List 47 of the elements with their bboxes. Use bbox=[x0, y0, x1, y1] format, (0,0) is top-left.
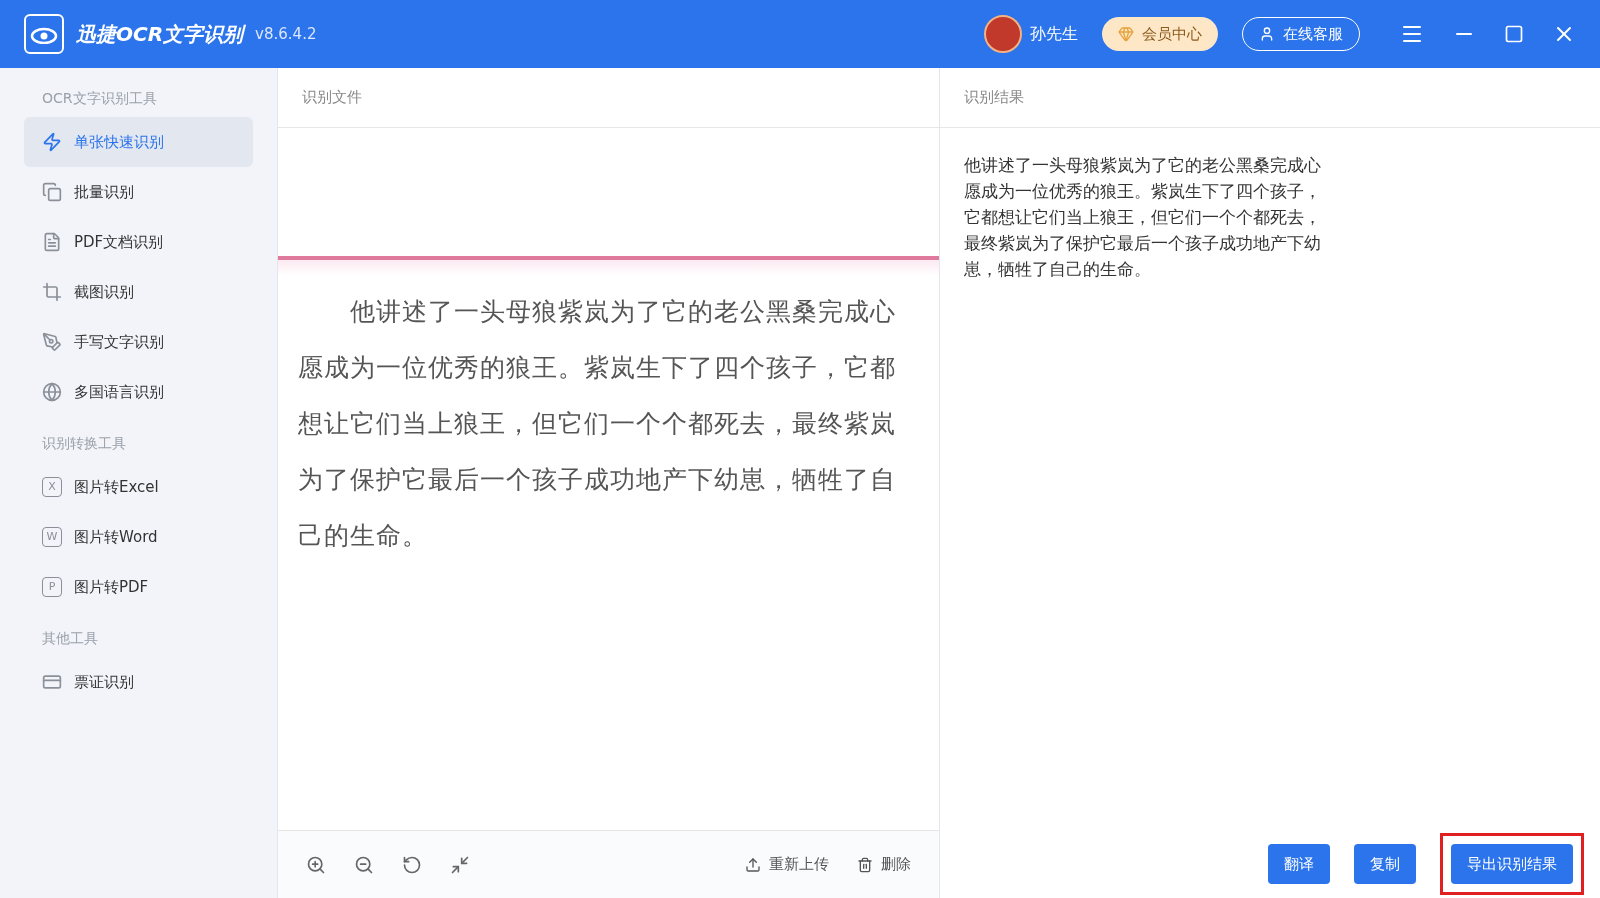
action-button[interactable]: 翻译 bbox=[1268, 844, 1330, 884]
user-icon bbox=[1259, 26, 1275, 42]
maximize-icon[interactable] bbox=[1504, 24, 1524, 44]
crop-icon bbox=[42, 282, 62, 302]
sidebar-item[interactable]: PDF文档识别 bbox=[24, 217, 253, 267]
zoom-out-icon[interactable] bbox=[354, 854, 374, 875]
action-button[interactable]: 复制 bbox=[1354, 844, 1416, 884]
sidebar-item[interactable]: X 图片转Excel bbox=[24, 462, 253, 512]
letter-icon: X bbox=[42, 477, 62, 497]
shrink-icon[interactable] bbox=[450, 854, 470, 875]
toolbar-button[interactable]: 删除 bbox=[857, 853, 911, 876]
section-title: 识别转换工具 bbox=[41, 434, 127, 453]
sidebar-item[interactable]: W 图片转Word bbox=[24, 512, 253, 562]
app-logo-icon bbox=[24, 14, 64, 54]
user-name[interactable]: 孙先生 bbox=[1030, 22, 1078, 46]
vip-center-button[interactable]: 会员中心 bbox=[1102, 17, 1218, 51]
lightning-icon bbox=[42, 132, 62, 152]
section-title: OCR文字识别工具 bbox=[41, 89, 158, 108]
sidebar-item[interactable]: 多国语言识别 bbox=[24, 367, 253, 417]
avatar bbox=[984, 15, 1022, 53]
toolbar-button[interactable]: 重新上传 bbox=[745, 853, 829, 876]
document-icon bbox=[42, 232, 62, 252]
pen-icon bbox=[42, 332, 62, 352]
section-title: 其他工具 bbox=[41, 629, 99, 648]
sidebar-item[interactable]: P 图片转PDF bbox=[24, 562, 253, 612]
sidebar-item[interactable]: 单张快速识别 bbox=[24, 117, 253, 167]
version-label: v8.6.4.2 bbox=[255, 23, 317, 45]
zoom-in-icon[interactable] bbox=[306, 854, 326, 875]
letter-icon: W bbox=[42, 527, 62, 547]
rotate-icon[interactable] bbox=[402, 854, 422, 875]
sidebar-item[interactable]: 截图识别 bbox=[24, 267, 253, 317]
document-image-text: 他讲述了一头母狼紫岚为了它的老公黑桑完成心愿成为一位优秀的狼王。紫岚生下了四个孩子，它都想让它们当上狼王，但它们一个个都死去，最终紫岚为了保护它最后一个孩子成功地产下幼崽，牺牲了自己的生命。 bbox=[297, 296, 897, 552]
diamond-icon bbox=[1118, 26, 1134, 42]
stack-icon bbox=[42, 182, 62, 202]
panel-title: 识别文件 bbox=[278, 68, 939, 128]
app-title: 迅捷OCR文字识别 bbox=[76, 21, 244, 48]
action-button[interactable]: 导出识别结果 bbox=[1451, 844, 1573, 884]
sidebar-item[interactable]: 手写文字识别 bbox=[24, 317, 253, 367]
panel-title: 识别结果 bbox=[940, 68, 1600, 128]
upload-icon bbox=[745, 856, 761, 873]
trash-icon bbox=[857, 856, 873, 873]
sidebar-item[interactable]: 票证识别 bbox=[24, 657, 253, 707]
sidebar-item[interactable]: 批量识别 bbox=[24, 167, 253, 217]
letter-icon: P bbox=[42, 577, 62, 597]
result-text: 他讲述了一头母狼紫岚为了它的老公黑桑完成心愿成为一位优秀的狼王。紫岚生下了四个孩子，它都想让它们当上狼王，但它们一个个都死去，最终紫岚为了保护它最后一个孩子成功地产下幼崽，牺牲了自己的生命。 bbox=[964, 154, 1322, 281]
card-icon bbox=[42, 672, 62, 692]
globe-icon bbox=[42, 382, 62, 402]
